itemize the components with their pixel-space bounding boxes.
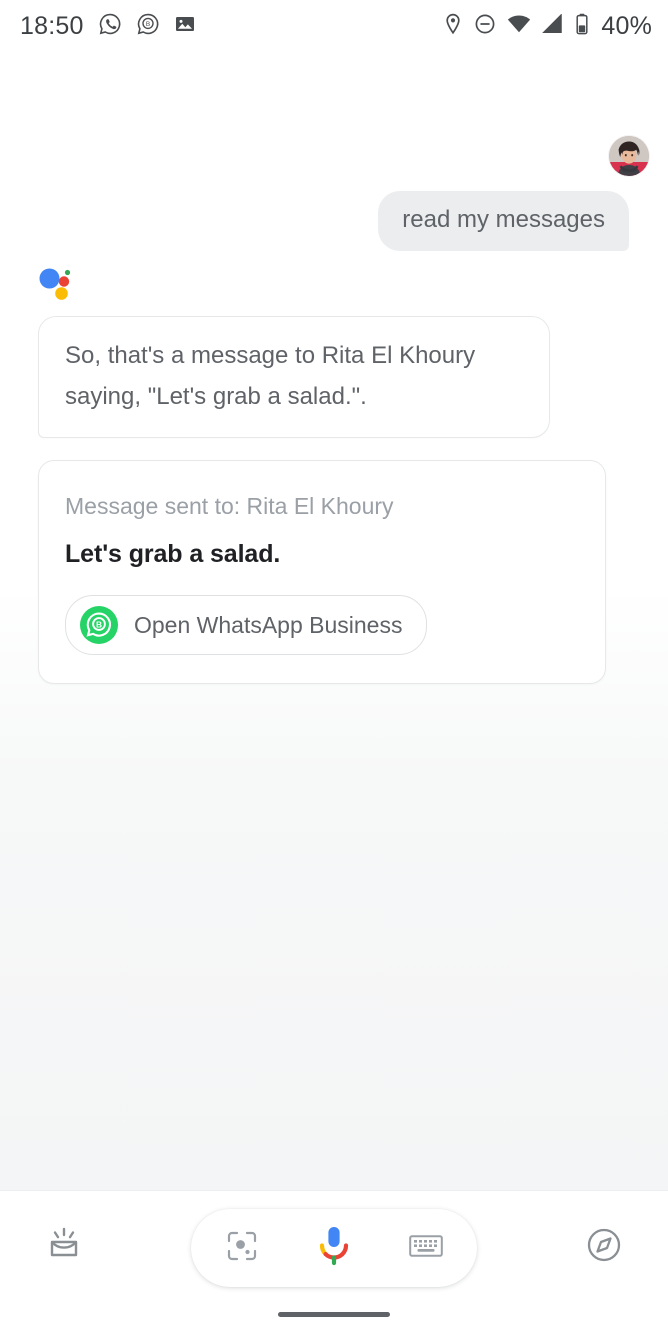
explore-button[interactable] xyxy=(578,1221,630,1273)
gesture-navigation-bar[interactable] xyxy=(278,1312,390,1317)
photo-notification-icon xyxy=(174,13,196,40)
google-assistant-logo-icon xyxy=(38,268,78,304)
avatar[interactable] xyxy=(609,136,649,176)
conversation-area: read my messages So, that's a message to… xyxy=(0,52,668,1190)
status-bar-left: 18:50 B xyxy=(20,12,196,41)
assistant-input-pill xyxy=(191,1209,477,1287)
location-icon xyxy=(443,13,463,40)
google-lens-button[interactable] xyxy=(219,1225,265,1271)
google-mic-icon xyxy=(315,1224,353,1273)
svg-text:B: B xyxy=(96,619,102,629)
whatsapp-business-icon: B xyxy=(80,606,118,644)
do-not-disturb-icon xyxy=(474,13,496,40)
assistant-message-text: So, that's a message to Rita El Khoury s… xyxy=(65,342,476,410)
card-message-text: Let's grab a salad. xyxy=(65,540,281,568)
snapshot-button[interactable] xyxy=(38,1221,90,1273)
message-sent-card: Message sent to: Rita El Khoury Let's gr… xyxy=(38,460,606,684)
assistant-message-bubble: So, that's a message to Rita El Khoury s… xyxy=(38,316,550,438)
user-message-text: read my messages xyxy=(402,206,605,233)
status-clock: 18:50 xyxy=(20,11,84,40)
status-bar: 18:50 B 40% xyxy=(0,0,668,52)
keyboard-icon xyxy=(409,1233,443,1264)
cell-signal-icon xyxy=(542,12,564,39)
wifi-icon xyxy=(507,14,531,39)
status-bar-right: 40% xyxy=(443,12,652,41)
google-lens-icon xyxy=(225,1229,259,1268)
battery-icon xyxy=(575,13,589,40)
bottom-bar xyxy=(0,1190,668,1336)
keyboard-button[interactable] xyxy=(403,1225,449,1271)
open-whatsapp-business-label: Open WhatsApp Business xyxy=(134,611,403,638)
open-whatsapp-business-button[interactable]: B Open WhatsApp Business xyxy=(65,595,428,655)
explore-compass-icon xyxy=(584,1225,624,1270)
whatsapp-notification-icon xyxy=(98,12,122,41)
svg-text:B: B xyxy=(145,21,149,28)
card-recipient-label: Message sent to: Rita El Khoury xyxy=(65,493,394,519)
battery-percent-label: 40% xyxy=(601,11,652,40)
user-message-bubble: read my messages xyxy=(378,191,629,251)
snapshot-icon xyxy=(44,1225,84,1270)
microphone-button[interactable] xyxy=(311,1225,357,1271)
whatsapp-business-notification-icon: B xyxy=(136,12,160,41)
assistant-screen: 18:50 B 40% read my messages So, that's … xyxy=(0,0,668,1336)
